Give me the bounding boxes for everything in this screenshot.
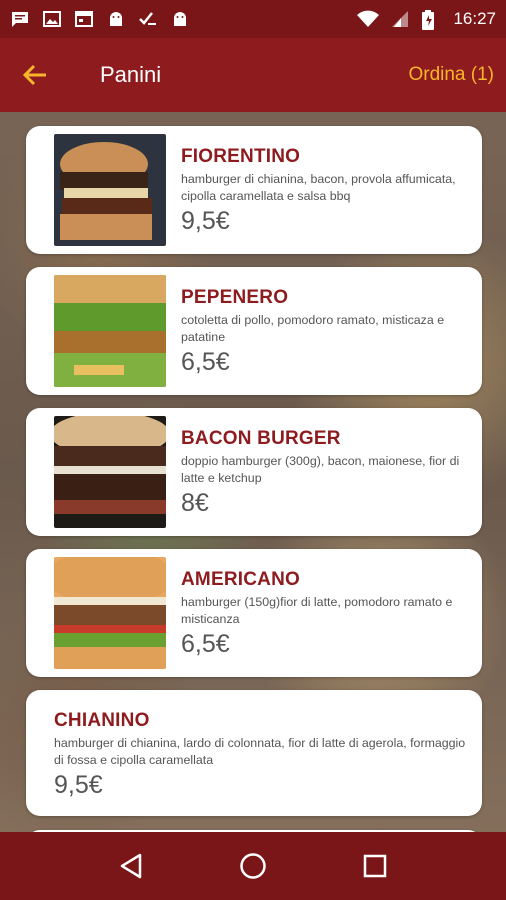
signal-icon [389,10,409,28]
item-price: 8€ [181,489,209,517]
item-photo [54,416,166,528]
item-price: 9,5€ [54,771,103,799]
system-icons: 16:27 [357,9,496,30]
item-photo [54,557,166,669]
item-name: CHIANINO [54,710,150,731]
menu-item-americano[interactable]: AMERICANO hamburger (150g)fior di latte,… [26,549,482,677]
notification-icons [10,10,190,28]
item-name: BACON BURGER [181,428,341,449]
battery-icon [421,10,441,30]
item-price: 9,5€ [181,207,230,235]
item-name: AMERICANO [181,569,300,590]
android-icon [170,10,190,28]
nav-recents-button[interactable] [353,844,397,888]
item-price: 6,5€ [181,630,230,658]
item-description: doppio hamburger (300g), bacon, maionese… [181,454,460,485]
wifi-icon [357,10,380,28]
status-bar: 16:27 [0,0,506,38]
image-icon [42,10,62,28]
android-icon [106,10,126,28]
calendar-icon [74,10,94,28]
item-name: FIORENTINO [181,146,301,167]
navigation-bar [0,832,506,900]
back-triangle-icon [120,853,142,879]
home-circle-icon [240,853,266,879]
app-bar: Panini Ordina (1) [0,38,506,112]
menu-list[interactable]: FIORENTINO hamburger di chianina, bacon,… [0,112,506,832]
item-photo [54,134,166,246]
clock: 16:27 [453,9,496,28]
nav-home-button[interactable] [231,844,275,888]
back-arrow-icon [22,64,46,86]
recents-square-icon [363,854,387,878]
item-price: 6,5€ [181,348,230,376]
checklist-icon [138,10,158,28]
item-photo [54,275,166,387]
menu-item-bacon-burger[interactable]: BACON BURGER doppio hamburger (300g), ba… [26,408,482,536]
menu-item-partial[interactable] [26,830,482,832]
chat-icon [10,10,30,28]
order-button[interactable]: Ordina (1) [408,64,494,86]
back-button[interactable] [0,38,70,112]
item-name: PEPENERO [181,287,289,308]
item-description: hamburger di chianina, lardo di colonnat… [54,736,466,767]
item-description: hamburger (150g)fior di latte, pomodoro … [181,595,453,626]
nav-back-button[interactable] [109,844,153,888]
menu-item-pepenero[interactable]: PEPENERO cotoletta di pollo, pomodoro ra… [26,267,482,395]
menu-item-chianino[interactable]: CHIANINO hamburger di chianina, lardo di… [26,690,482,816]
item-description: cotoletta di pollo, pomodoro ramato, mis… [181,313,445,344]
page-title: Panini [100,62,162,87]
item-description: hamburger di chianina, bacon, provola af… [181,172,456,203]
menu-item-fiorentino[interactable]: FIORENTINO hamburger di chianina, bacon,… [26,126,482,254]
